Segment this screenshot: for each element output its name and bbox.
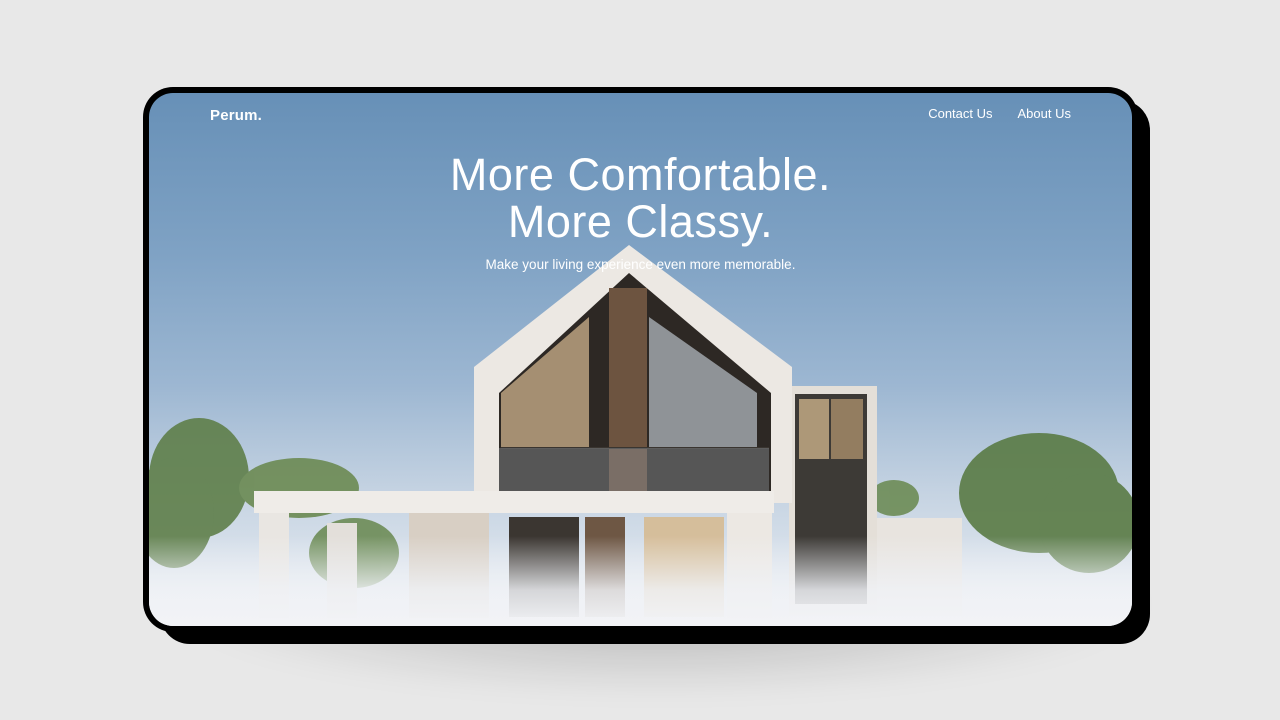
nav-link-about-us[interactable]: About Us: [1018, 106, 1071, 121]
page: Perum. Contact Us About Us More Comforta…: [0, 0, 1280, 720]
hero-subtitle: Make your living experience even more me…: [485, 257, 796, 272]
hero-section: More Comfortable. More Classy. Make your…: [149, 151, 1132, 272]
brand-logo[interactable]: Perum.: [210, 107, 262, 124]
website-screen: Perum. Contact Us About Us More Comforta…: [149, 93, 1132, 626]
hero-title-line-2: More Classy.: [507, 196, 774, 247]
nav-link-contact-us[interactable]: Contact Us: [928, 106, 992, 121]
main-nav: Contact Us About Us: [928, 106, 1071, 121]
hero-title-line-1: More Comfortable.: [449, 149, 832, 200]
hero-title: More Comfortable. More Classy.: [149, 151, 1132, 245]
device-frame: Perum. Contact Us About Us More Comforta…: [143, 87, 1138, 632]
bottom-fog-gradient: [149, 536, 1132, 626]
